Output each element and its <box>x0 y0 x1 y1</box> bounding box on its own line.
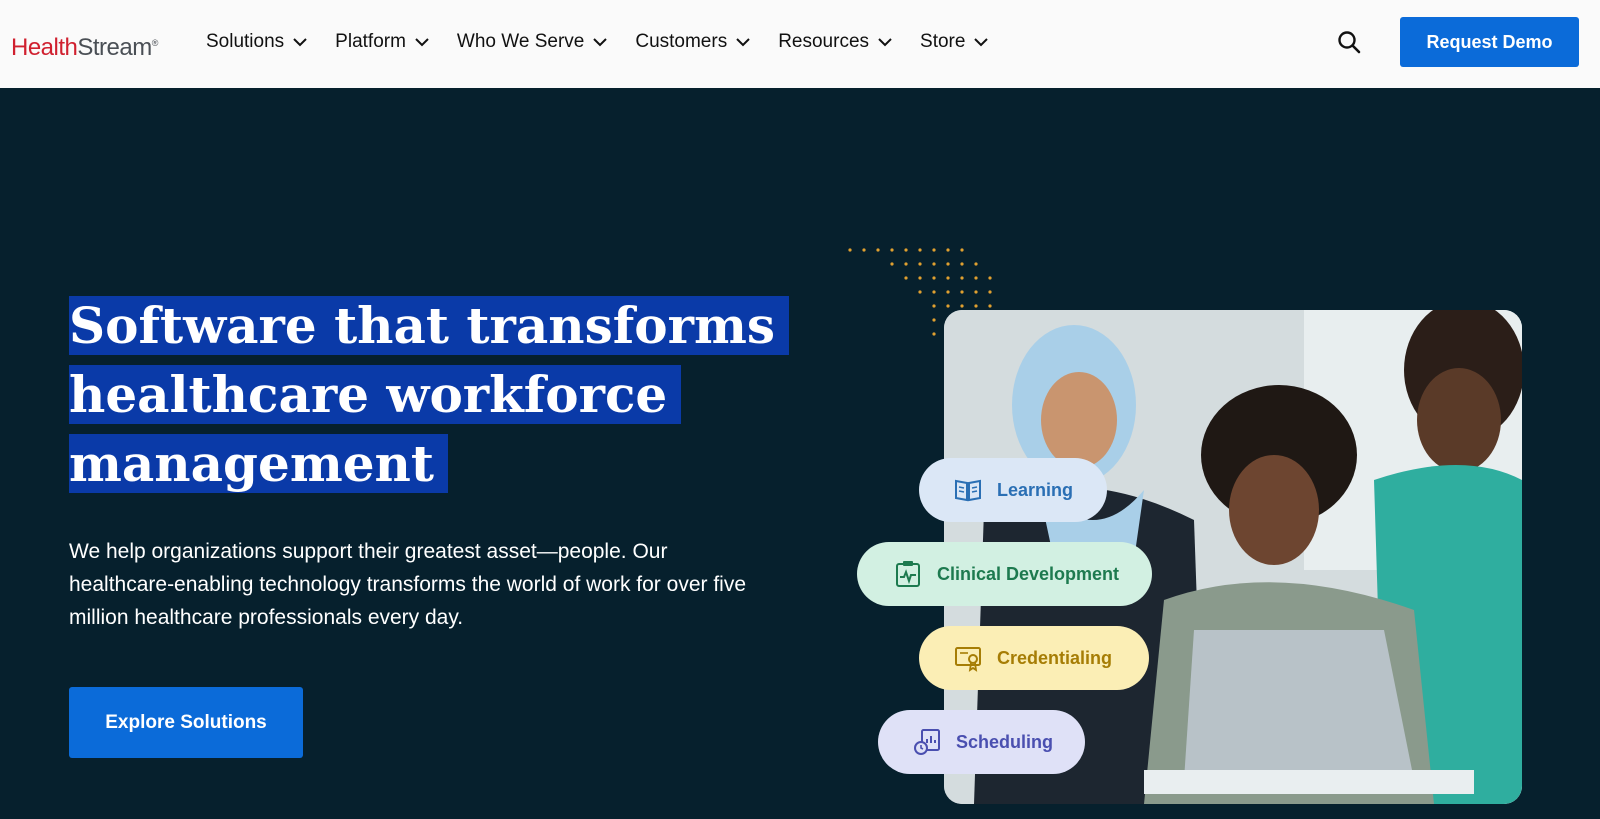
nav-platform-label: Platform <box>335 31 406 52</box>
feature-pill-clinical-development[interactable]: Clinical Development <box>857 542 1152 606</box>
chevron-down-icon <box>593 37 608 46</box>
hero-subtext: We help organizations support their grea… <box>69 540 747 629</box>
search-icon[interactable] <box>1336 29 1362 55</box>
feature-label: Learning <box>997 479 1074 500</box>
nav-solutions-label: Solutions <box>206 31 285 52</box>
nav-resources-label: Resources <box>778 31 870 52</box>
hero-headline: Software that transforms healthcare work… <box>69 291 790 498</box>
book-icon <box>955 479 981 502</box>
logo-registered-mark: ® <box>151 38 159 48</box>
nav-who-we-serve-label: Who We Serve <box>456 31 585 52</box>
schedule-icon <box>914 729 940 755</box>
nav-solutions[interactable]: Solutions <box>206 30 307 54</box>
headline-line-text: management <box>69 434 448 493</box>
request-demo-button[interactable]: Request Demo <box>1400 17 1579 67</box>
chevron-down-icon <box>293 37 307 46</box>
nav-platform[interactable]: Platform <box>335 30 429 54</box>
nav-customers-label: Customers <box>635 31 728 52</box>
feature-label: Clinical Development <box>937 563 1120 584</box>
feature-pill-scheduling[interactable]: Scheduling <box>878 710 1085 774</box>
main-nav: Solutions Platform Who We Serve Customer… <box>206 30 1016 54</box>
headline-line: Software that transforms <box>69 291 790 360</box>
headline-line-text: healthcare workforce <box>69 365 682 424</box>
headline-line: healthcare workforce <box>69 360 789 429</box>
site-header: HealthStream® Solutions Platform Who We … <box>0 0 1600 88</box>
certificate-icon <box>955 647 981 672</box>
explore-solutions-button[interactable]: Explore Solutions <box>69 687 303 758</box>
nav-store-label: Store <box>920 31 966 52</box>
nav-store[interactable]: Store <box>920 30 989 54</box>
chevron-down-icon <box>878 37 892 46</box>
logo-part-stream: Stream <box>77 34 152 61</box>
feature-label: Credentialing <box>997 647 1113 668</box>
logo-part-health: Health <box>11 34 78 61</box>
nav-customers[interactable]: Customers <box>635 30 750 54</box>
chevron-down-icon <box>736 37 750 46</box>
feature-pill-learning[interactable]: Learning <box>919 458 1107 522</box>
feature-pill-credentialing[interactable]: Credentialing <box>919 626 1149 690</box>
healthstream-logo[interactable]: HealthStream® <box>11 28 158 63</box>
nav-resources[interactable]: Resources <box>778 30 892 54</box>
headline-line-text: Software that transforms <box>69 296 790 355</box>
feature-label: Scheduling <box>956 731 1054 752</box>
chevron-down-icon <box>974 37 989 46</box>
nav-who-we-serve[interactable]: Who We Serve <box>456 30 608 54</box>
chevron-down-icon <box>415 37 429 46</box>
headline-line: management <box>69 429 789 498</box>
clipboard-icon <box>896 561 920 587</box>
